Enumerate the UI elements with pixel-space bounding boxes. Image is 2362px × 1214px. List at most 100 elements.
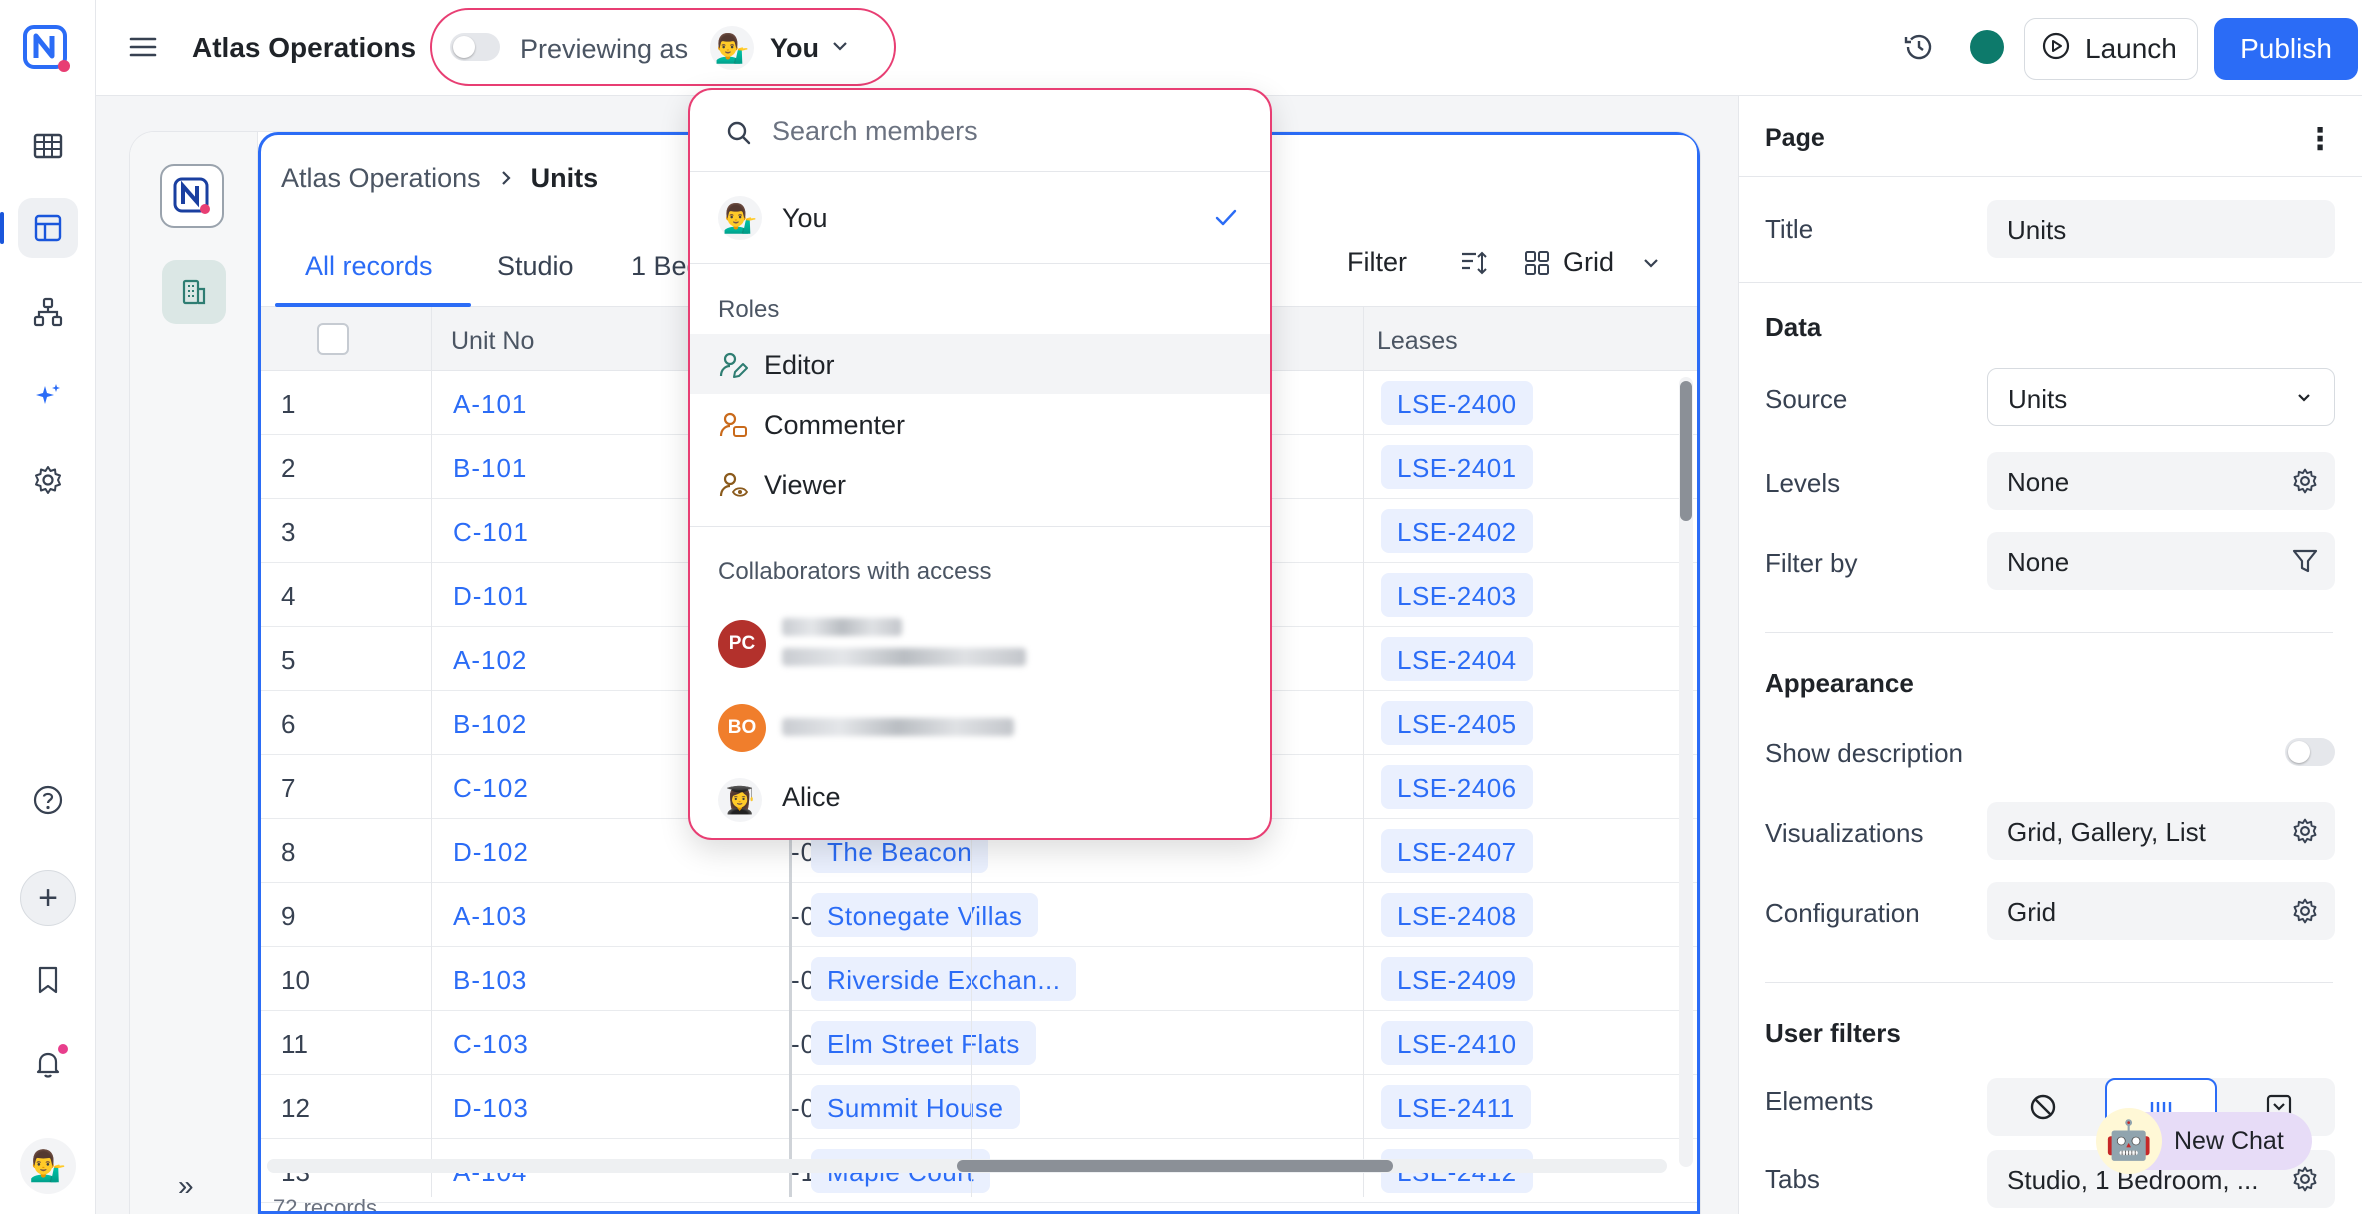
filter-button[interactable]: Filter <box>1347 247 1407 278</box>
property-link-chip[interactable]: Stonegate Villas <box>811 893 1039 937</box>
lease-link-chip[interactable]: LSE-2401 <box>1381 445 1533 489</box>
tab-all-records[interactable]: All records <box>305 251 433 282</box>
role-label: Commenter <box>764 410 906 440</box>
preview-as-dropdown: 💁‍♂️ You Roles Editor Commenter Viewer C… <box>688 88 1272 840</box>
visualizations-label: Visualizations <box>1765 818 1924 848</box>
lease-link-chip[interactable]: LSE-2406 <box>1381 765 1533 809</box>
gear-icon[interactable] <box>2291 817 2319 845</box>
rail-ai-sparkle-icon[interactable] <box>18 366 78 426</box>
gear-icon[interactable] <box>2291 467 2319 495</box>
table-row[interactable]: 10B-103-08-07Riverside Exchan...LSE-2409 <box>261 947 1697 1011</box>
unit-no-cell[interactable]: D-103 <box>453 1093 529 1124</box>
gear-icon[interactable] <box>2291 1165 2319 1193</box>
rail-tables-icon[interactable] <box>18 116 78 176</box>
rail-notifications-bell-icon[interactable] <box>18 1034 78 1094</box>
sort-icon[interactable] <box>1459 249 1489 282</box>
unit-no-cell[interactable]: B-103 <box>453 965 527 996</box>
rail-settings-gear-icon[interactable] <box>18 450 78 510</box>
lease-link-chip[interactable]: LSE-2408 <box>1381 893 1533 937</box>
lease-link-chip[interactable]: LSE-2411 <box>1381 1085 1531 1129</box>
status-indicator[interactable] <box>1970 30 2004 64</box>
property-link-chip[interactable]: Riverside Exchan... <box>811 957 1077 1001</box>
no-elements-option[interactable] <box>1987 1078 2099 1136</box>
levels-field[interactable]: None <box>1987 452 2335 510</box>
table-row[interactable]: 11C-103-09-05Elm Street FlatsLSE-2410 <box>261 1011 1697 1075</box>
units-building-icon[interactable] <box>162 260 226 324</box>
row-number: 11 <box>281 1029 308 1059</box>
expand-sidebar-icon[interactable]: » <box>178 1170 194 1202</box>
chat-bot-mascot-icon[interactable]: 🤖 <box>2096 1108 2162 1174</box>
filter-by-field[interactable]: None <box>1987 532 2335 590</box>
preview-logo-icon[interactable] <box>160 164 224 228</box>
rail-help-icon[interactable] <box>18 770 78 830</box>
app-logo-icon[interactable] <box>22 24 72 74</box>
chevron-down-icon[interactable] <box>830 36 850 61</box>
select-all-checkbox[interactable] <box>317 323 349 355</box>
user-avatar[interactable]: 💁‍♂️ <box>20 1138 76 1194</box>
rail-bookmark-icon[interactable] <box>18 950 78 1010</box>
preview-user-name[interactable]: You <box>770 33 819 64</box>
rail-pages-icon[interactable] <box>0 198 78 258</box>
property-link-chip[interactable]: Elm Street Flats <box>811 1021 1036 1065</box>
table-row[interactable]: 12D-103-07-28Summit HouseLSE-2411 <box>261 1075 1697 1139</box>
show-description-toggle[interactable] <box>2285 738 2335 766</box>
column-unit-no[interactable]: Unit No <box>451 327 534 356</box>
configuration-field[interactable]: Grid <box>1987 882 2335 940</box>
lease-link-chip[interactable]: LSE-2410 <box>1381 1021 1533 1065</box>
new-chat-label: New Chat <box>2174 1126 2284 1155</box>
unit-no-cell[interactable]: B-102 <box>453 709 527 740</box>
rail-hierarchy-icon[interactable] <box>18 282 78 342</box>
title-field[interactable]: Units <box>1987 200 2335 258</box>
view-switcher[interactable]: Grid <box>1563 247 1614 278</box>
unit-no-cell[interactable]: D-101 <box>453 581 529 612</box>
view-chevron-down-icon[interactable] <box>1641 253 1661 278</box>
column-leases[interactable]: Leases <box>1377 327 1458 356</box>
vertical-scrollbar[interactable] <box>1679 377 1693 1167</box>
rail-add-plus-icon[interactable]: + <box>20 870 76 926</box>
menu-icon[interactable] <box>128 32 158 62</box>
unit-no-cell[interactable]: D-102 <box>453 837 529 868</box>
lease-link-chip[interactable]: LSE-2404 <box>1381 637 1533 681</box>
horizontal-scrollbar[interactable] <box>267 1159 1667 1173</box>
role-option-viewer[interactable]: Viewer <box>690 454 1270 514</box>
filter-funnel-icon[interactable] <box>2291 547 2319 575</box>
title-label: Title <box>1765 214 1814 244</box>
grid-view-icon <box>1523 249 1551 282</box>
unit-no-cell[interactable]: A-101 <box>453 389 527 420</box>
search-members-input[interactable] <box>772 110 1232 152</box>
preview-toggle[interactable] <box>450 33 500 61</box>
role-option-editor[interactable]: Editor <box>690 334 1270 394</box>
unit-no-cell[interactable]: C-102 <box>453 773 529 804</box>
unit-no-cell[interactable]: A-102 <box>453 645 527 676</box>
lease-link-chip[interactable]: LSE-2405 <box>1381 701 1533 745</box>
unit-no-cell[interactable]: A-103 <box>453 901 527 932</box>
launch-button[interactable]: Launch <box>2024 18 2198 80</box>
unit-no-cell[interactable]: B-101 <box>453 453 527 484</box>
breadcrumb-root[interactable]: Atlas Operations <box>281 163 481 194</box>
lease-link-chip[interactable]: LSE-2400 <box>1381 381 1533 425</box>
source-select[interactable]: Units <box>1987 368 2335 426</box>
vertical-scroll-thumb[interactable] <box>1680 381 1692 521</box>
row-number: 1 <box>281 389 296 419</box>
collaborator-option[interactable]: PC <box>690 602 1270 686</box>
visualizations-field[interactable]: Grid, Gallery, List <box>1987 802 2335 860</box>
lease-link-chip[interactable]: LSE-2407 <box>1381 829 1533 873</box>
more-options-icon[interactable]: ⋮ <box>2305 122 2335 157</box>
tab-studio[interactable]: Studio <box>497 251 574 282</box>
member-option-you[interactable]: 💁‍♂️ You <box>690 172 1270 264</box>
unit-no-cell[interactable]: C-101 <box>453 517 529 548</box>
property-link-chip[interactable]: Summit House <box>811 1085 1020 1129</box>
publish-button[interactable]: Publish <box>2214 18 2358 80</box>
table-row[interactable]: 9A-103-06-19Stonegate VillasLSE-2408 <box>261 883 1697 947</box>
gear-icon[interactable] <box>2291 897 2319 925</box>
role-option-commenter[interactable]: Commenter <box>690 394 1270 454</box>
horizontal-scroll-thumb[interactable] <box>957 1160 1393 1172</box>
unit-no-cell[interactable]: C-103 <box>453 1029 529 1060</box>
lease-link-chip[interactable]: LSE-2403 <box>1381 573 1533 617</box>
collaborator-option-alice[interactable]: 👩‍🎓 Alice <box>690 764 1270 834</box>
collaborator-option[interactable]: BO <box>690 686 1270 770</box>
lease-link-chip[interactable]: LSE-2409 <box>1381 957 1533 1001</box>
lease-link-chip[interactable]: LSE-2402 <box>1381 509 1533 553</box>
history-icon[interactable] <box>1902 30 1936 64</box>
editor-user-pencil-icon <box>718 350 748 380</box>
